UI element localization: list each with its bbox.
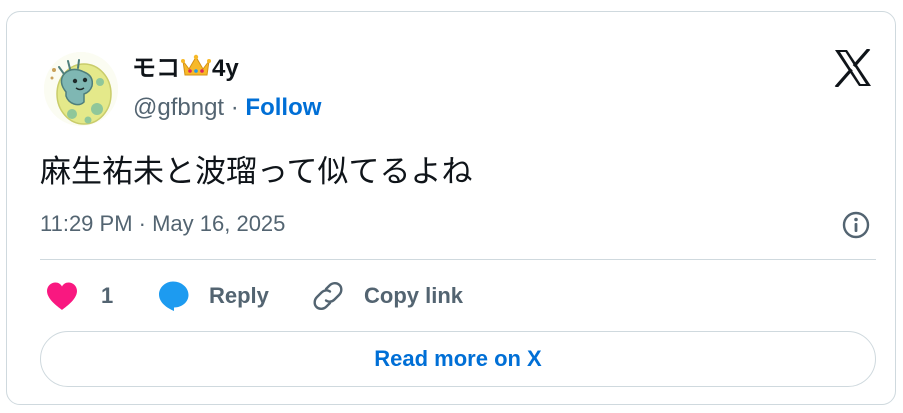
display-name[interactable]: モコ 4y [132, 53, 239, 88]
copy-link-button[interactable]: Copy link [312, 278, 463, 314]
handle-separator: · [224, 94, 246, 121]
read-more-button[interactable]: Read more on X [40, 331, 876, 387]
reply-button[interactable]: Reply [157, 278, 269, 314]
copy-link-label: Copy link [364, 283, 464, 308]
reply-label: Reply [209, 283, 269, 308]
display-name-suffix: 4y [212, 55, 239, 82]
link-icon [313, 281, 343, 311]
divider [40, 259, 876, 260]
handle[interactable]: @gfbngt [133, 94, 224, 121]
timestamp-link[interactable]: 11:29 PM · May 16, 2025 [40, 209, 285, 239]
heart-icon [47, 282, 77, 310]
follow-link[interactable]: Follow [245, 94, 321, 121]
display-name-prefix: モコ [132, 55, 180, 82]
like-button[interactable]: 1 [45, 278, 113, 314]
dinosaur-egg-avatar-icon [44, 52, 118, 126]
info-icon[interactable] [841, 210, 871, 240]
x-logo-icon[interactable] [833, 47, 873, 89]
like-count: 1 [101, 283, 114, 308]
avatar[interactable] [44, 52, 118, 126]
tweet-text: 麻生祐未と波瑠って似てるよね [40, 154, 473, 190]
crown-icon [181, 53, 211, 88]
speech-bubble-icon [159, 281, 189, 311]
handle-line: @gfbngt · Follow [133, 92, 321, 124]
tweet-embed-card: モコ 4y @gfbngt · Follow 麻生祐未と波瑠って似てるよね 11:… [6, 11, 896, 405]
